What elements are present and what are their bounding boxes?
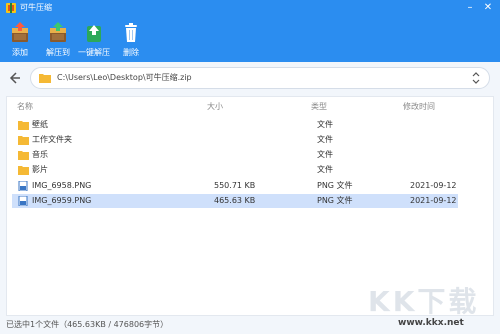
title-bar: 可牛压缩 – ✕ (0, 0, 500, 16)
image-file-icon (18, 181, 28, 191)
file-name: IMG_6958.PNG (32, 181, 92, 190)
status-bar: 已选中1个文件（465.63KB / 476806字节） (6, 320, 169, 329)
app-title: 可牛压缩 (20, 3, 52, 12)
folder-icon (39, 74, 51, 83)
column-header-name[interactable]: 名称 (17, 101, 33, 113)
column-header-size[interactable]: 大小 (207, 101, 223, 113)
file-name: 壁纸 (32, 120, 48, 129)
file-name: 音乐 (32, 150, 48, 159)
path-text: C:\Users\Leo\Desktop\可牛压缩.zip (57, 73, 192, 82)
file-name: 工作文件夹 (32, 135, 72, 144)
list-item[interactable]: 影片 文件 (12, 163, 458, 177)
file-size: 550.71 KB (214, 181, 256, 190)
file-modified: 2021-09-12 (410, 181, 457, 190)
one-click-extract-icon (87, 25, 101, 42)
add-button[interactable]: 添加 (0, 22, 40, 60)
folder-icon (18, 151, 29, 160)
add-label: 添加 (12, 48, 28, 57)
list-item-selected[interactable]: IMG_6959.PNG 465.63 KB PNG 文件 2021-09-12 (12, 194, 458, 208)
folder-icon (18, 136, 29, 145)
file-name: 影片 (32, 165, 48, 174)
close-icon[interactable]: ✕ (480, 1, 496, 15)
folder-icon (18, 121, 29, 130)
list-item[interactable]: 音乐 文件 (12, 148, 458, 162)
folder-icon (18, 166, 29, 175)
sort-toggle-icon[interactable] (471, 71, 481, 85)
extract-to-button[interactable]: 解压到 (38, 22, 78, 60)
file-size: 465.63 KB (214, 196, 256, 205)
file-type: 文件 (317, 165, 333, 174)
file-name: IMG_6959.PNG (32, 196, 92, 205)
one-click-extract-label: 一键解压 (78, 48, 110, 57)
add-icon (12, 22, 28, 42)
watermark: KK下载 www.kkx.net (356, 276, 496, 332)
file-modified: 2021-09-12 (410, 196, 457, 205)
one-click-extract-button[interactable]: 一键解压 (74, 22, 114, 60)
column-header-modified[interactable]: 修改时间 (403, 101, 435, 113)
list-item[interactable]: IMG_6958.PNG 550.71 KB PNG 文件 2021-09-12 (12, 179, 458, 193)
file-type: 文件 (317, 135, 333, 144)
extract-to-label: 解压到 (46, 48, 70, 57)
minimize-icon[interactable]: – (462, 1, 478, 15)
file-type: 文件 (317, 120, 333, 129)
file-type: 文件 (317, 150, 333, 159)
file-type: PNG 文件 (317, 196, 353, 205)
image-file-icon (18, 196, 28, 206)
file-type: PNG 文件 (317, 181, 353, 190)
header: 可牛压缩 – ✕ 添加 解压到 一键解压 删除 (0, 0, 500, 62)
watermark-url: www.kkx.net (398, 318, 464, 328)
delete-button[interactable]: 删除 (111, 22, 151, 60)
list-item[interactable]: 壁纸 文件 (12, 118, 458, 132)
back-arrow-icon[interactable] (6, 70, 22, 86)
path-bar[interactable]: C:\Users\Leo\Desktop\可牛压缩.zip (30, 67, 490, 89)
extract-to-icon (50, 22, 66, 42)
watermark-text: KK下载 (368, 285, 480, 318)
list-item[interactable]: 工作文件夹 文件 (12, 133, 458, 147)
column-header-type[interactable]: 类型 (311, 101, 327, 113)
delete-label: 删除 (123, 48, 139, 57)
delete-icon (125, 23, 137, 42)
app-logo-icon (6, 3, 16, 13)
